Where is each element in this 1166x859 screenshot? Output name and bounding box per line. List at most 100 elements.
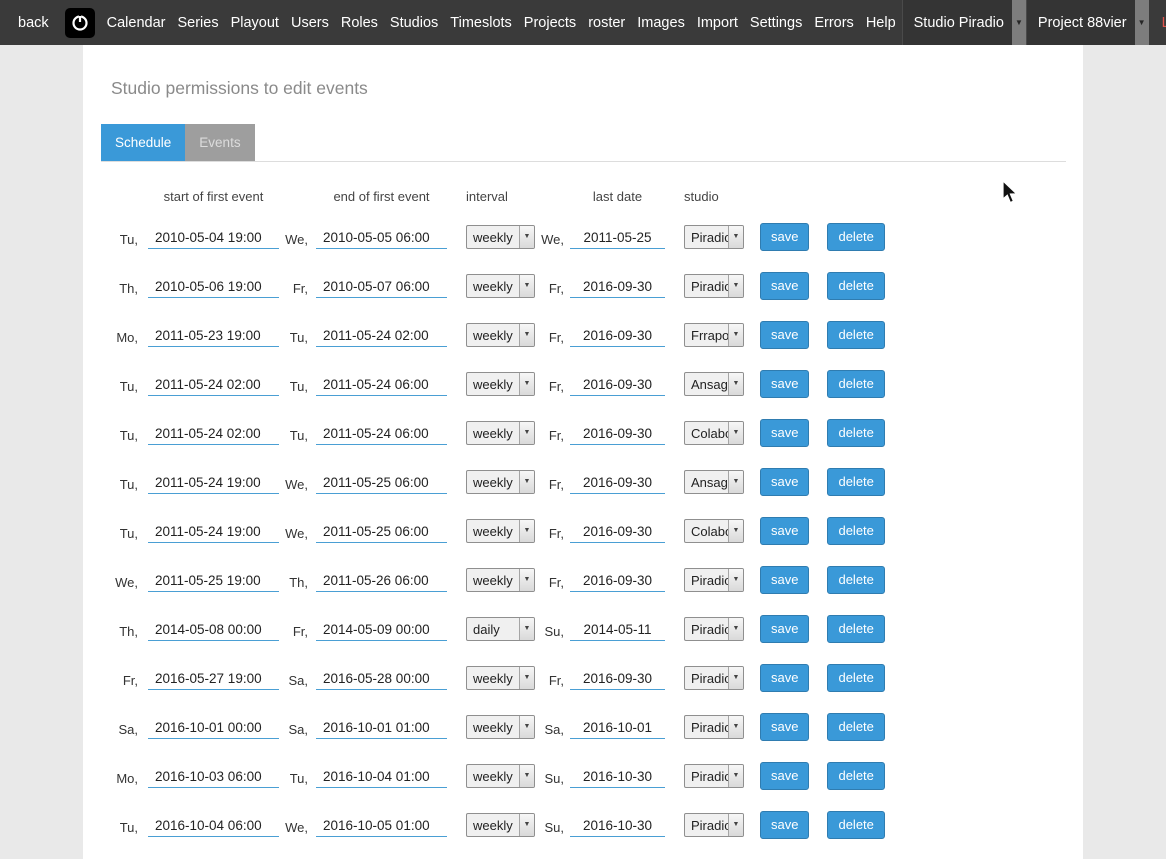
back-link[interactable]: back <box>0 15 63 31</box>
save-button[interactable]: save <box>760 762 809 790</box>
nav-item-settings[interactable]: Settings <box>744 15 808 31</box>
start-datetime-input[interactable] <box>148 666 279 690</box>
studio-select[interactable]: Ansage ▼ <box>684 470 744 494</box>
tab-events[interactable]: Events <box>185 124 254 161</box>
interval-select[interactable]: weekly ▼ <box>466 274 535 298</box>
save-button[interactable]: save <box>760 272 809 300</box>
last-date-input[interactable] <box>570 764 665 788</box>
save-button[interactable]: save <box>760 223 809 251</box>
start-datetime-input[interactable] <box>148 372 279 396</box>
start-datetime-input[interactable] <box>148 568 279 592</box>
delete-button[interactable]: delete <box>827 517 884 545</box>
save-button[interactable]: save <box>760 370 809 398</box>
delete-button[interactable]: delete <box>827 223 884 251</box>
delete-button[interactable]: delete <box>827 468 884 496</box>
delete-button[interactable]: delete <box>827 713 884 741</box>
interval-select[interactable]: weekly ▼ <box>466 323 535 347</box>
studio-select[interactable]: Piradio ▼ <box>684 813 744 837</box>
last-date-input[interactable] <box>570 323 665 347</box>
studio-select[interactable]: Piradio ▼ <box>684 666 744 690</box>
studio-select[interactable]: Piradio ▼ <box>684 715 744 739</box>
start-datetime-input[interactable] <box>148 519 279 543</box>
studio-select[interactable]: Ansage ▼ <box>684 372 744 396</box>
delete-button[interactable]: delete <box>827 419 884 447</box>
save-button[interactable]: save <box>760 713 809 741</box>
last-date-input[interactable] <box>570 617 665 641</box>
save-button[interactable]: save <box>760 419 809 447</box>
chevron-down-icon[interactable]: ▼ <box>1012 0 1026 45</box>
last-date-input[interactable] <box>570 813 665 837</box>
nav-item-projects[interactable]: Projects <box>518 15 582 31</box>
start-datetime-input[interactable] <box>148 764 279 788</box>
last-date-input[interactable] <box>570 421 665 445</box>
end-datetime-input[interactable] <box>316 323 447 347</box>
chevron-down-icon[interactable]: ▼ <box>1135 0 1149 45</box>
last-date-input[interactable] <box>570 225 665 249</box>
last-date-input[interactable] <box>570 568 665 592</box>
interval-select[interactable]: weekly ▼ <box>466 519 535 543</box>
start-datetime-input[interactable] <box>148 715 279 739</box>
save-button[interactable]: save <box>760 468 809 496</box>
save-button[interactable]: save <box>760 517 809 545</box>
nav-item-roles[interactable]: Roles <box>335 15 384 31</box>
delete-button[interactable]: delete <box>827 272 884 300</box>
nav-item-playout[interactable]: Playout <box>225 15 285 31</box>
nav-item-studios[interactable]: Studios <box>384 15 444 31</box>
end-datetime-input[interactable] <box>316 519 447 543</box>
interval-select[interactable]: weekly ▼ <box>466 470 535 494</box>
delete-button[interactable]: delete <box>827 321 884 349</box>
delete-button[interactable]: delete <box>827 370 884 398</box>
nav-item-users[interactable]: Users <box>285 15 335 31</box>
end-datetime-input[interactable] <box>316 568 447 592</box>
interval-select[interactable]: weekly ▼ <box>466 666 535 690</box>
studio-select[interactable]: Frrapo ▼ <box>684 323 744 347</box>
start-datetime-input[interactable] <box>148 470 279 494</box>
start-datetime-input[interactable] <box>148 813 279 837</box>
interval-select[interactable]: daily ▼ <box>466 617 535 641</box>
last-date-input[interactable] <box>570 666 665 690</box>
delete-button[interactable]: delete <box>827 615 884 643</box>
start-datetime-input[interactable] <box>148 617 279 641</box>
delete-button[interactable]: delete <box>827 811 884 839</box>
last-date-input[interactable] <box>570 715 665 739</box>
interval-select[interactable]: weekly ▼ <box>466 225 535 249</box>
nav-item-timeslots[interactable]: Timeslots <box>444 15 518 31</box>
nav-item-images[interactable]: Images <box>631 15 691 31</box>
end-datetime-input[interactable] <box>316 225 447 249</box>
last-date-input[interactable] <box>570 372 665 396</box>
logout-link[interactable]: Logout <box>1149 0 1166 45</box>
save-button[interactable]: save <box>760 615 809 643</box>
start-datetime-input[interactable] <box>148 323 279 347</box>
tab-schedule[interactable]: Schedule <box>101 124 185 161</box>
interval-select[interactable]: weekly ▼ <box>466 715 535 739</box>
nav-item-calendar[interactable]: Calendar <box>101 15 172 31</box>
nav-item-errors[interactable]: Errors <box>808 15 859 31</box>
delete-button[interactable]: delete <box>827 762 884 790</box>
studio-select[interactable]: Piradio ▼ <box>684 764 744 788</box>
save-button[interactable]: save <box>760 321 809 349</box>
interval-select[interactable]: weekly ▼ <box>466 764 535 788</box>
end-datetime-input[interactable] <box>316 421 447 445</box>
end-datetime-input[interactable] <box>316 666 447 690</box>
nav-item-series[interactable]: Series <box>171 15 224 31</box>
save-button[interactable]: save <box>760 664 809 692</box>
studio-select[interactable]: Piradio ▼ <box>684 274 744 298</box>
studio-select[interactable]: Piradio ▼ <box>684 568 744 592</box>
nav-item-help[interactable]: Help <box>860 15 902 31</box>
studio-select[interactable]: Colabo ▼ <box>684 519 744 543</box>
last-date-input[interactable] <box>570 470 665 494</box>
studio-select[interactable]: Colabo ▼ <box>684 421 744 445</box>
end-datetime-input[interactable] <box>316 617 447 641</box>
start-datetime-input[interactable] <box>148 225 279 249</box>
nav-item-roster[interactable]: roster <box>582 15 631 31</box>
end-datetime-input[interactable] <box>316 470 447 494</box>
save-button[interactable]: save <box>760 811 809 839</box>
interval-select[interactable]: weekly ▼ <box>466 421 535 445</box>
studio-select[interactable]: Piradio ▼ <box>684 225 744 249</box>
interval-select[interactable]: weekly ▼ <box>466 568 535 592</box>
start-datetime-input[interactable] <box>148 274 279 298</box>
project-selector-dropdown[interactable]: Project 88vier ▼ <box>1026 0 1149 45</box>
interval-select[interactable]: weekly ▼ <box>466 372 535 396</box>
studio-select[interactable]: Piradio ▼ <box>684 617 744 641</box>
delete-button[interactable]: delete <box>827 664 884 692</box>
